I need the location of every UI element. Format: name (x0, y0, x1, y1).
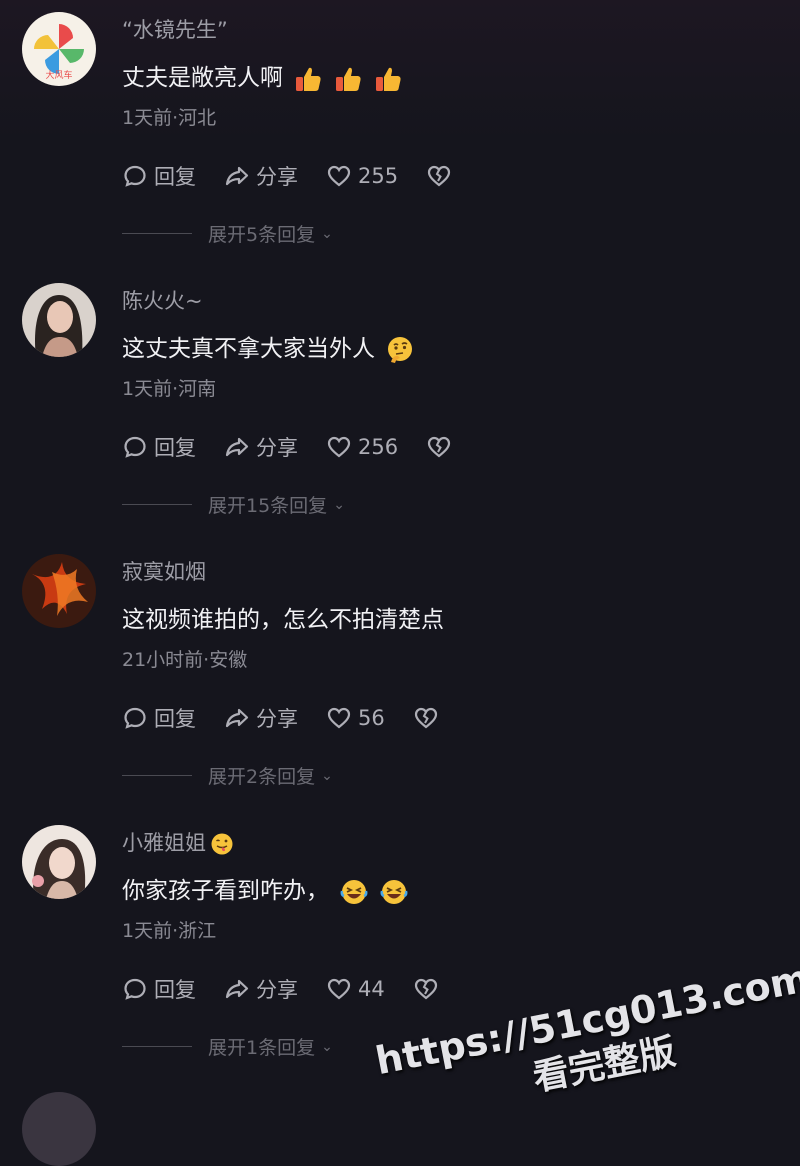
reply-icon (124, 978, 146, 1000)
share-button[interactable]: 分享 (224, 703, 298, 733)
share-button[interactable]: 分享 (224, 974, 298, 1004)
heart-icon (327, 707, 351, 729)
comment-meta: 1天前·河北 (122, 107, 217, 129)
reply-button[interactable]: 回复 (122, 974, 196, 1004)
dislike-button[interactable] (426, 434, 452, 460)
thumbs-up-icon (333, 64, 363, 94)
comment-meta: 21小时前·安徽 (122, 649, 248, 671)
heart-icon (327, 978, 351, 1000)
heart-icon (327, 436, 351, 458)
expand-replies-label: 展开2条回复 (208, 766, 316, 788)
avatar[interactable]: 大风车 (22, 12, 96, 86)
heart-icon (327, 165, 351, 187)
comment-text: 丈夫是敞亮人啊 (122, 58, 403, 94)
expand-replies[interactable]: 展开1条回复 ⌄ (122, 1033, 333, 1060)
dislike-button[interactable] (413, 705, 439, 731)
avatar[interactable] (22, 283, 96, 357)
comment-meta: 1天前·河南 (122, 378, 217, 400)
username[interactable]: “水镜先生” (122, 14, 228, 44)
reply-icon (124, 707, 146, 729)
username-label: 小雅姐姐 (122, 831, 206, 855)
share-label: 分享 (256, 978, 298, 1002)
comment-actions: 回复 分享 255 (122, 160, 480, 192)
like-count: 44 (358, 977, 385, 1001)
divider (122, 1046, 192, 1047)
comment-actions: 回复 分享 56 (122, 702, 467, 734)
dislike-button[interactable] (413, 976, 439, 1002)
thinking-face-icon (385, 335, 415, 365)
reply-label: 回复 (154, 707, 196, 731)
share-button[interactable]: 分享 (224, 432, 298, 462)
next-comment-avatar[interactable] (22, 1092, 96, 1166)
share-label: 分享 (256, 436, 298, 460)
share-icon (225, 437, 249, 457)
comment-item: 寂寞如烟 这视频谁拍的，怎么不拍清楚点 21小时前·安徽 回复 分享 56 展开… (0, 542, 800, 813)
avatar[interactable] (22, 825, 96, 899)
broken-heart-icon (414, 978, 437, 1000)
thumbs-up-icon (373, 64, 403, 94)
rolling-laughing-face-icon (339, 877, 369, 907)
comment-item: 大风车 “水镜先生” 丈夫是敞亮人啊 1天前·河北 回复 分享 255 展开5条… (0, 0, 800, 271)
like-button[interactable]: 44 (326, 976, 385, 1002)
reply-icon (124, 165, 146, 187)
comment-text-body: 你家孩子看到咋办， (122, 878, 329, 904)
broken-heart-icon (414, 707, 437, 729)
comment-text: 你家孩子看到咋办， (122, 871, 409, 907)
share-icon (225, 979, 249, 999)
avatar[interactable] (22, 554, 96, 628)
broken-heart-icon (427, 165, 451, 187)
reply-label: 回复 (154, 436, 196, 460)
chevron-down-icon: ⌄ (321, 767, 333, 784)
share-icon (225, 166, 249, 186)
divider (122, 233, 192, 234)
expand-replies-label: 展开1条回复 (208, 1037, 316, 1059)
reply-label: 回复 (154, 978, 196, 1002)
reply-button[interactable]: 回复 (122, 161, 196, 191)
share-label: 分享 (256, 707, 298, 731)
expand-replies-label: 展开5条回复 (208, 224, 316, 246)
comment-text-body: 丈夫是敞亮人啊 (122, 65, 283, 91)
comment-meta: 1天前·浙江 (122, 920, 217, 942)
reply-button[interactable]: 回复 (122, 432, 196, 462)
expand-replies[interactable]: 展开15条回复 ⌄ (122, 491, 345, 518)
chevron-down-icon: ⌄ (321, 1038, 333, 1055)
username[interactable]: 寂寞如烟 (122, 556, 206, 586)
like-count: 256 (358, 435, 399, 459)
expand-replies-label: 展开15条回复 (208, 495, 328, 517)
username[interactable]: 陈火火~ (122, 285, 203, 315)
reply-button[interactable]: 回复 (122, 703, 196, 733)
comment-text: 这丈夫真不拿大家当外人 (122, 329, 415, 365)
comment-text-body: 这丈夫真不拿大家当外人 (122, 336, 375, 362)
reply-label: 回复 (154, 165, 196, 189)
like-count: 56 (358, 706, 385, 730)
svg-text:大风车: 大风车 (45, 69, 72, 81)
comment-text: 这视频谁拍的，怎么不拍清楚点 (122, 600, 444, 634)
like-button[interactable]: 255 (326, 163, 398, 189)
chevron-down-icon: ⌄ (333, 496, 345, 513)
divider (122, 775, 192, 776)
share-icon (225, 708, 249, 728)
like-count: 255 (358, 164, 399, 188)
comment-text-body: 这视频谁拍的，怎么不拍清楚点 (122, 607, 444, 633)
reply-icon (124, 436, 146, 458)
comment-actions: 回复 分享 256 (122, 431, 480, 463)
like-button[interactable]: 56 (326, 705, 385, 731)
chevron-down-icon: ⌄ (321, 225, 333, 242)
expand-replies[interactable]: 展开2条回复 ⌄ (122, 762, 333, 789)
share-button[interactable]: 分享 (224, 161, 298, 191)
username[interactable]: 小雅姐姐 (122, 827, 234, 857)
thumbs-up-icon (293, 64, 323, 94)
like-button[interactable]: 256 (326, 434, 398, 460)
broken-heart-icon (427, 436, 451, 458)
comment-actions: 回复 分享 44 (122, 973, 467, 1005)
expand-replies[interactable]: 展开5条回复 ⌄ (122, 220, 333, 247)
rolling-laughing-face-icon (379, 877, 409, 907)
divider (122, 504, 192, 505)
tongue-face-icon (210, 832, 234, 856)
share-label: 分享 (256, 165, 298, 189)
comment-item: 陈火火~ 这丈夫真不拿大家当外人 1天前·河南 回复 分享 256 展开15条回… (0, 271, 800, 542)
dislike-button[interactable] (426, 163, 452, 189)
